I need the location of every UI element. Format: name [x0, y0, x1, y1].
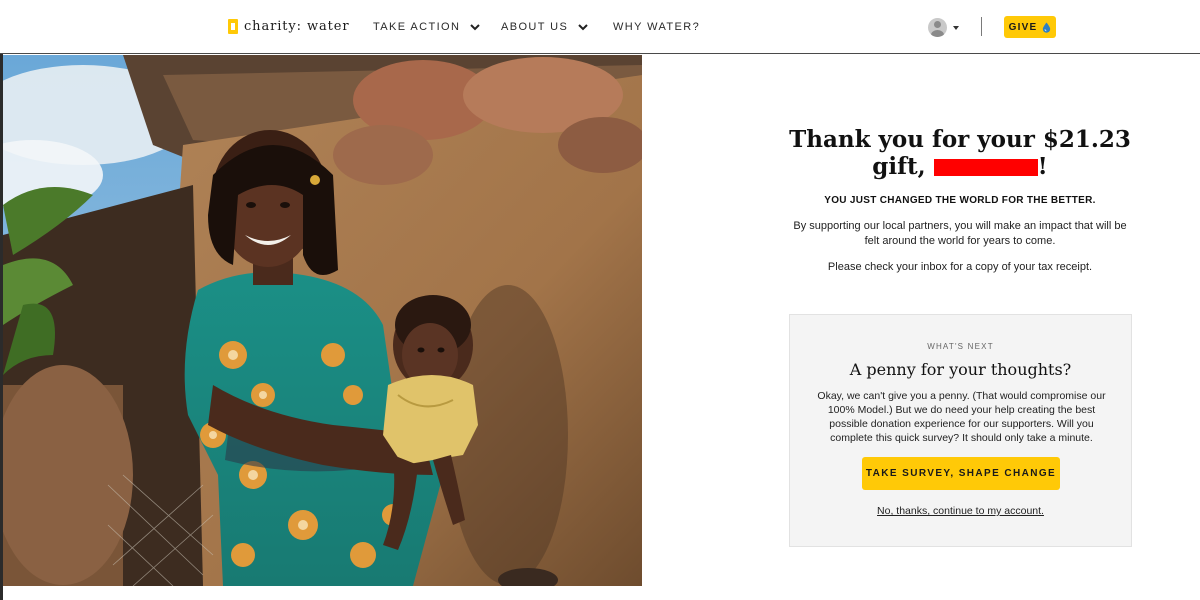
chevron-down-icon [578, 24, 588, 31]
redacted-name [933, 159, 1038, 176]
thank-you-heading: Thank you for your $21.23 gift, ! [760, 126, 1160, 180]
give-label: GIVE [1008, 21, 1038, 33]
nav-why-water-label: WHY WATER? [613, 21, 701, 33]
tagline: YOU JUST CHANGED THE WORLD FOR THE BETTE… [824, 195, 1096, 206]
nav-why-water[interactable]: WHY WATER? [613, 21, 700, 33]
card-eyebrow: WHAT'S NEXT [927, 342, 994, 351]
receipt-note: Please check your inbox for a copy of yo… [827, 261, 1093, 273]
header-divider [981, 17, 982, 36]
logo-text: charity: water [244, 19, 350, 34]
account-menu[interactable] [928, 18, 959, 37]
card-title: A penny for your thoughts? [849, 360, 1072, 379]
chevron-down-icon [470, 24, 481, 31]
card-body: Okay, we can't give you a penny. (That w… [817, 390, 1106, 444]
take-survey-button[interactable]: TAKE SURVEY, SHAPE CHANGE [862, 457, 1060, 490]
nav-about-us[interactable]: ABOUT US [501, 21, 589, 33]
give-button[interactable]: GIVE [1004, 16, 1056, 38]
thank-you-line1: Thank you for your $21.23 [789, 126, 1131, 153]
mother-and-child-photo [3, 55, 642, 586]
site-logo[interactable]: charity: water [228, 19, 349, 34]
thank-you-line2-prefix: gift, [872, 153, 934, 180]
water-drop-icon [1043, 22, 1051, 33]
whats-next-card: WHAT'S NEXT A penny for your thoughts? O… [789, 314, 1132, 547]
continue-to-account-link[interactable]: No, thanks, continue to my account. [790, 505, 1131, 517]
avatar-icon [928, 18, 947, 37]
site-header: charity: water TAKE ACTION ABOUT US WHY … [0, 0, 1200, 54]
nav-about-us-label: ABOUT US [501, 21, 569, 33]
nav-take-action-label: TAKE ACTION [373, 21, 461, 33]
impact-text: By supporting our local partners, you wi… [793, 220, 1127, 247]
thank-you-line2-suffix: ! [1037, 153, 1048, 180]
jerry-can-icon [228, 19, 238, 34]
nav-take-action[interactable]: TAKE ACTION [373, 21, 481, 33]
hero-photo [3, 55, 642, 586]
caret-down-icon [953, 25, 959, 30]
